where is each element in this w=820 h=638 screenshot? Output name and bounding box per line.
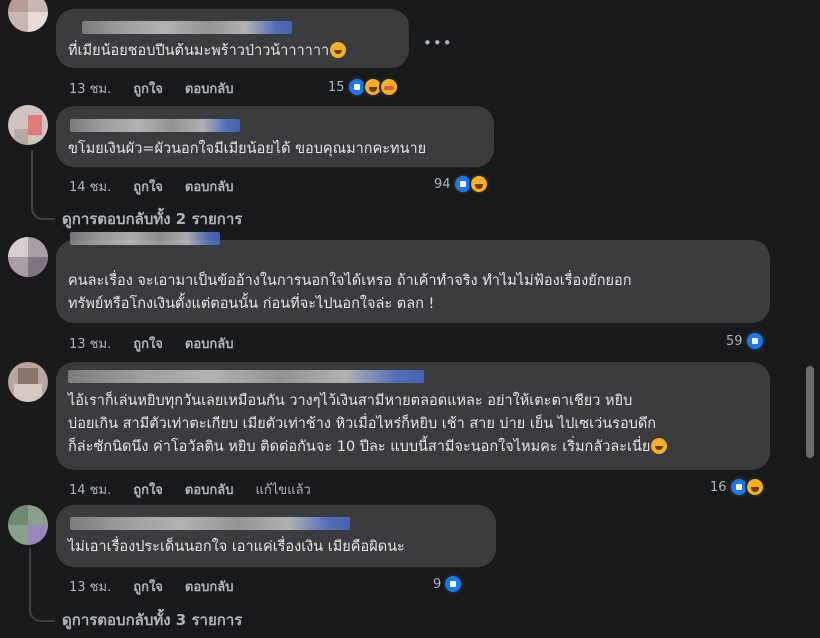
reply-button[interactable]: ตอบกลับ — [185, 333, 234, 354]
reply-button[interactable]: ตอบกลับ — [185, 479, 234, 500]
laughing-emoji-icon — [651, 438, 668, 454]
avatar[interactable] — [8, 362, 48, 402]
comment-bubble: ไอ้เราก็เล่นหยิบทุกวันเลยเหมือนกัน วางๆไ… — [56, 362, 770, 470]
comment-text: ไม่เอาเรื่องประเด็นนอกใจ เอาแค่เรื่องเงิ… — [68, 536, 405, 559]
avatar[interactable] — [8, 0, 48, 32]
reply-button[interactable]: ตอบกลับ — [185, 78, 234, 99]
like-button[interactable]: ถูกใจ — [133, 78, 163, 99]
reply-button[interactable]: ตอบกลับ — [185, 176, 234, 197]
author-name[interactable] — [70, 119, 240, 132]
reaction-count: 94 — [434, 176, 451, 192]
author-name[interactable] — [68, 370, 424, 383]
comment-bubble: ไม่เอาเรื่องประเด็นนอกใจ เอาแค่เรื่องเงิ… — [56, 505, 496, 567]
reaction-count: 9 — [433, 576, 442, 592]
thread-connector — [29, 600, 55, 622]
comment-time[interactable]: 13 ชม. — [69, 78, 111, 99]
reaction-summary[interactable]: 59 — [726, 330, 765, 352]
comment-actions: 13 ชม. ถูกใจ ตอบกลับ — [69, 333, 256, 354]
reaction-summary[interactable]: 16 — [710, 476, 765, 498]
comment-time[interactable]: 13 ชม. — [69, 333, 111, 354]
reaction-count: 16 — [710, 479, 727, 495]
comment-actions: 13 ชม. ถูกใจ ตอบกลับ — [69, 78, 256, 99]
comment-time[interactable]: 14 ชม. — [69, 176, 111, 197]
reaction-summary[interactable]: 94 — [434, 173, 489, 195]
author-name[interactable] — [70, 232, 220, 245]
like-icon — [443, 574, 464, 594]
comment-text-line: ทรัพย์หรือโกงเงินตั้งแต่ตอนนั้น ก่อนที่จ… — [68, 296, 435, 312]
comment-time[interactable]: 14 ชม. — [69, 479, 111, 500]
haha-icon — [468, 174, 489, 194]
avatar[interactable] — [8, 237, 48, 277]
comment-text: ไอ้เราก็เล่นหยิบทุกวันเลยเหมือนกัน วางๆไ… — [68, 390, 668, 459]
laughing-emoji-icon — [330, 42, 347, 58]
more-options-icon[interactable]: ••• — [423, 34, 453, 52]
comment-bubble: ขโมยเงินผัว=ผัวนอกใจมีเมียน้อยได้ ขอบคุณ… — [56, 106, 494, 167]
reaction-count: 59 — [726, 333, 743, 349]
author-name[interactable] — [82, 21, 292, 34]
like-button[interactable]: ถูกใจ — [133, 176, 163, 197]
thread-connector — [31, 150, 55, 220]
lol-icon — [378, 77, 399, 97]
reply-button[interactable]: ตอบกลับ — [185, 576, 234, 597]
comment-text-line: คนละเรื่อง จะเอามาเป็นข้ออ้างในการนอกใจไ… — [68, 273, 632, 289]
reaction-summary[interactable]: 15 — [328, 76, 399, 98]
reaction-summary[interactable]: 9 — [433, 573, 464, 595]
view-replies-link[interactable]: ดูการตอบกลับทั้ง 3 รายการ — [62, 608, 242, 632]
comment-bubble: ที่เมียน้อยชอบปีนต้นมะพร้าวป่าวน้าาาาาา — [56, 9, 409, 68]
comment-text-line: ขโมยเงินผัว=ผัวนอกใจมีเมียน้อยได้ ขอบคุณ… — [68, 141, 427, 157]
scrollbar[interactable] — [806, 366, 814, 458]
comment-text-line: ไม่เอาเรื่องประเด็นนอกใจ เอาแค่เรื่องเงิ… — [68, 539, 405, 555]
comment-bubble: คนละเรื่อง จะเอามาเป็นข้ออ้างในการนอกใจไ… — [56, 232, 770, 323]
edited-label[interactable]: แก้ไขแล้ว — [256, 479, 311, 500]
comment-text-line: ไอ้เราก็เล่นหยิบทุกวันเลยเหมือนกัน วางๆไ… — [68, 393, 633, 409]
comment-text: ขโมยเงินผัว=ผัวนอกใจมีเมียน้อยได้ ขอบคุณ… — [68, 138, 426, 161]
comment-actions: 14 ชม. ถูกใจ ตอบกลับ แก้ไขแล้ว — [69, 479, 333, 500]
like-button[interactable]: ถูกใจ — [133, 479, 163, 500]
like-button[interactable]: ถูกใจ — [133, 333, 163, 354]
author-name[interactable] — [70, 517, 350, 530]
comment-actions: 14 ชม. ถูกใจ ตอบกลับ — [69, 176, 256, 197]
haha-icon — [744, 477, 765, 497]
comment-text-line: บ่อยเกิน สามีตัวเท่าตะเกียบ เมียตัวเท่าช… — [68, 416, 657, 432]
comment-text-line: ก็ล่ะซักนิดนึง ค่าโอวัลติน หยิบ ติดต่อกั… — [68, 439, 651, 455]
comment-actions: 13 ชม. ถูกใจ ตอบกลับ — [69, 576, 256, 597]
comment-time[interactable]: 13 ชม. — [69, 576, 111, 597]
comment-text: ที่เมียน้อยชอบปีนต้นมะพร้าวป่าวน้าาาาาา — [68, 40, 347, 63]
view-replies-link[interactable]: ดูการตอบกลับทั้ง 2 รายการ — [62, 207, 242, 231]
reaction-count: 15 — [328, 79, 345, 95]
like-button[interactable]: ถูกใจ — [133, 576, 163, 597]
avatar[interactable] — [8, 105, 48, 145]
like-icon — [744, 331, 765, 351]
comment-text-line: ที่เมียน้อยชอบปีนต้นมะพร้าวป่าวน้าาาาาา — [68, 43, 330, 59]
avatar[interactable] — [8, 505, 48, 545]
comment-text: คนละเรื่อง จะเอามาเป็นข้ออ้างในการนอกใจไ… — [68, 270, 632, 316]
thread-connector — [29, 548, 31, 608]
